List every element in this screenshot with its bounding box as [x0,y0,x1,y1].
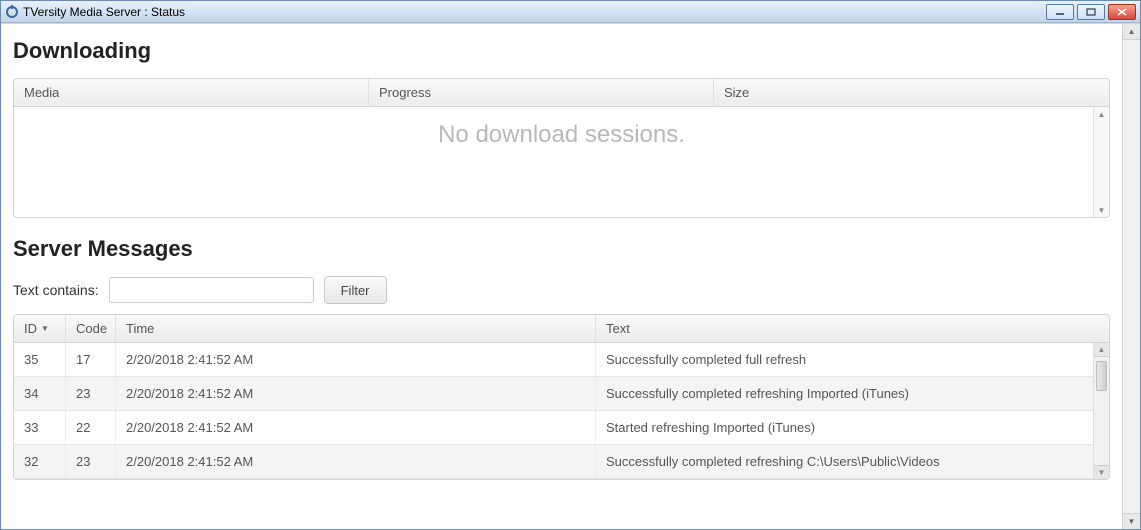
downloading-heading: Downloading [13,38,1110,64]
downloads-body: No download sessions. ▲ ▼ [14,107,1109,217]
window-title: TVersity Media Server : Status [23,5,1046,19]
col-text[interactable]: Text [596,315,1109,342]
table-row[interactable]: 33222/20/2018 2:41:52 AMStarted refreshi… [14,411,1109,445]
cell-id: 32 [14,445,66,478]
cell-id: 34 [14,377,66,410]
scroll-down-icon[interactable]: ▼ [1094,465,1109,479]
cell-id: 33 [14,411,66,444]
close-button[interactable] [1108,4,1136,20]
minimize-button[interactable] [1046,4,1074,20]
col-size[interactable]: Size [714,79,1109,106]
downloads-empty-text: No download sessions. [438,121,685,149]
table-row[interactable]: 34232/20/2018 2:41:52 AMSuccessfully com… [14,377,1109,411]
messages-body: 35172/20/2018 2:41:52 AMSuccessfully com… [14,343,1109,479]
col-media[interactable]: Media [14,79,369,106]
scroll-up-icon[interactable]: ▲ [1123,24,1140,40]
cell-text: Successfully completed refreshing Import… [596,377,1109,410]
cell-text: Started refreshing Imported (iTunes) [596,411,1109,444]
cell-text: Successfully completed full refresh [596,343,1109,376]
col-time[interactable]: Time [116,315,596,342]
scroll-down-icon[interactable]: ▼ [1123,513,1140,529]
cell-time: 2/20/2018 2:41:52 AM [116,377,596,410]
cell-code: 22 [66,411,116,444]
titlebar[interactable]: TVersity Media Server : Status [1,1,1140,23]
cell-text: Successfully completed refreshing C:\Use… [596,445,1109,478]
filter-label: Text contains: [13,282,99,298]
server-messages-heading: Server Messages [13,236,1110,262]
maximize-button[interactable] [1077,4,1105,20]
sort-desc-icon: ▼ [41,324,49,333]
downloads-header: Media Progress Size [14,79,1109,107]
cell-code: 17 [66,343,116,376]
app-window: TVersity Media Server : Status Downloadi… [0,0,1141,530]
scroll-down-icon[interactable]: ▼ [1094,203,1109,217]
col-progress[interactable]: Progress [369,79,714,106]
downloads-scrollbar[interactable]: ▲ ▼ [1093,107,1109,217]
cell-time: 2/20/2018 2:41:52 AM [116,411,596,444]
client-area: Downloading Media Progress Size No downl… [1,23,1140,529]
cell-time: 2/20/2018 2:41:52 AM [116,445,596,478]
cell-code: 23 [66,377,116,410]
downloads-panel: Media Progress Size No download sessions… [13,78,1110,218]
scroll-up-icon[interactable]: ▲ [1094,107,1109,121]
window-controls [1046,4,1136,20]
scroll-thumb[interactable] [1096,361,1107,391]
scroll-up-icon[interactable]: ▲ [1094,343,1109,357]
cell-time: 2/20/2018 2:41:52 AM [116,343,596,376]
window-scrollbar[interactable]: ▲ ▼ [1122,24,1140,529]
messages-scrollbar[interactable]: ▲ ▼ [1093,343,1109,479]
col-id[interactable]: ID ▼ [14,315,66,342]
messages-panel: ID ▼ Code Time Text 35172/20/2018 2:41:5… [13,314,1110,480]
table-row[interactable]: 35172/20/2018 2:41:52 AMSuccessfully com… [14,343,1109,377]
messages-header: ID ▼ Code Time Text [14,315,1109,343]
filter-row: Text contains: Filter [13,276,1110,304]
filter-button[interactable]: Filter [324,276,387,304]
cell-code: 23 [66,445,116,478]
app-icon [5,5,19,19]
cell-id: 35 [14,343,66,376]
col-code[interactable]: Code [66,315,116,342]
content: Downloading Media Progress Size No downl… [1,24,1122,529]
filter-input[interactable] [109,277,314,303]
col-id-label: ID [24,321,37,336]
table-row[interactable]: 32232/20/2018 2:41:52 AMSuccessfully com… [14,445,1109,479]
